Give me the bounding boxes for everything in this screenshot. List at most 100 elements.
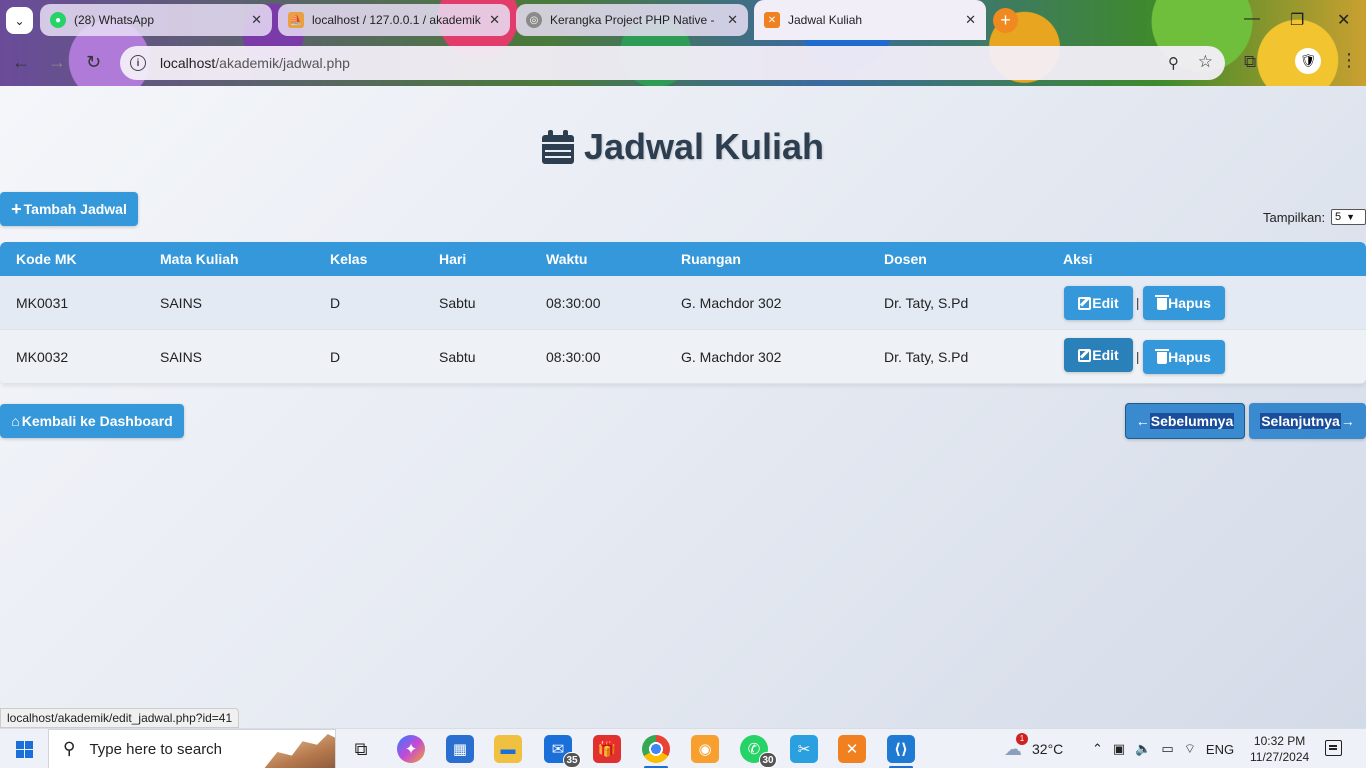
header-waktu: Waktu: [546, 251, 588, 267]
cell-ruangan: G. Machdor 302: [681, 348, 782, 365]
tab-title: localhost / 127.0.0.1 / akademik: [312, 13, 481, 27]
whatsapp-icon: ●: [50, 12, 66, 28]
rows-per-page-select[interactable]: 5 ▼: [1331, 209, 1366, 225]
weather-widget[interactable]: ☁ 1 32°C: [1004, 729, 1063, 768]
next-page-label: Selanjutnya: [1260, 413, 1341, 429]
close-icon[interactable]: ✕: [489, 12, 500, 28]
close-icon[interactable]: ✕: [965, 12, 976, 28]
home-icon: ⌂: [11, 413, 20, 429]
minimize-button[interactable]: —: [1244, 10, 1260, 28]
browser-chrome: ⌄ ● (28) WhatsApp ✕ ⛵ localhost / 127.0.…: [0, 0, 1366, 86]
back-to-dashboard-button[interactable]: ⌂ Kembali ke Dashboard: [0, 404, 184, 438]
url-host: localhost: [160, 55, 216, 71]
wifi-icon[interactable]: ⌔: [1184, 741, 1196, 757]
profile-avatar-icon[interactable]: 🛡: [1295, 48, 1321, 74]
zoom-icon[interactable]: ⚲: [1168, 54, 1179, 72]
next-page-button[interactable]: Selanjutnya →: [1249, 403, 1366, 439]
window-close-button[interactable]: ✕: [1337, 10, 1350, 30]
tab-jadwal-kuliah[interactable]: ✕ Jadwal Kuliah ✕: [754, 0, 986, 40]
xampp-taskbar-icon[interactable]: ✕: [838, 735, 866, 763]
schedule-table: Kode MK Mata Kuliah Kelas Hari Waktu Rua…: [0, 242, 1366, 384]
tab-kerangka[interactable]: ◎ Kerangka Project PHP Native - ✕: [516, 4, 748, 36]
trash-icon: [1155, 295, 1170, 310]
whatsapp-taskbar-icon[interactable]: ✆ 30: [740, 735, 777, 768]
battery-icon[interactable]: ▭: [1161, 741, 1173, 757]
url-text[interactable]: localhost/akademik/jadwal.php: [160, 55, 350, 71]
mail-icon[interactable]: ✉ 35: [544, 735, 581, 768]
url-path: /akademik/jadwal.php: [215, 55, 350, 71]
edit-label: Edit: [1092, 347, 1119, 363]
edit-label: Edit: [1092, 295, 1119, 311]
windows-start-icon[interactable]: [16, 741, 33, 758]
header-hari: Hari: [439, 251, 467, 267]
cell-kelas: D: [330, 294, 341, 311]
action-separator: |: [1136, 349, 1140, 364]
edit-button[interactable]: Edit: [1064, 338, 1133, 372]
volume-icon[interactable]: 🔈: [1135, 741, 1151, 757]
search-icon: ⚲: [63, 739, 76, 758]
copilot-icon[interactable]: ✦: [397, 735, 425, 763]
windows-taskbar: ⚲ Type here to search ⧉ ✦ ▦ ▬ ✉ 35 🎁 ◉ ✆…: [0, 728, 1366, 768]
plus-icon: +: [11, 198, 22, 219]
header-mata-kuliah: Mata Kuliah: [160, 251, 239, 267]
file-explorer-icon[interactable]: ▬: [494, 735, 522, 763]
delete-button[interactable]: Hapus: [1143, 340, 1225, 374]
snipping-tool-icon[interactable]: ✂: [790, 735, 818, 763]
chevron-down-icon: ⌄: [14, 13, 25, 28]
tab-whatsapp[interactable]: ● (28) WhatsApp ✕: [40, 4, 272, 36]
site-info-icon[interactable]: i: [130, 55, 146, 71]
edit-button[interactable]: Edit: [1064, 286, 1133, 320]
edit-icon: [1078, 348, 1092, 362]
taskbar-search-box[interactable]: ⚲ Type here to search: [48, 729, 336, 768]
clock-time: 10:32 PM: [1253, 734, 1306, 748]
microsoft-store-icon[interactable]: ▦: [446, 735, 474, 763]
browser-toolbar: ← → ↻ i localhost/akademik/jadwal.php ⚲ …: [0, 40, 1366, 86]
vscode-icon[interactable]: ⟨⟩: [887, 735, 915, 768]
chrome-icon[interactable]: [642, 735, 670, 768]
header-dosen: Dosen: [884, 251, 927, 267]
rows-per-page-label: Tampilkan:: [1263, 210, 1326, 225]
task-view-icon[interactable]: ⧉: [347, 735, 375, 763]
close-icon[interactable]: ✕: [727, 12, 738, 28]
page-content: Jadwal Kuliah + Tambah Jadwal Tampilkan:…: [0, 86, 1366, 728]
new-tab-button[interactable]: +: [993, 8, 1018, 33]
meet-now-icon[interactable]: ▣: [1113, 741, 1125, 757]
notification-center-icon[interactable]: [1325, 740, 1342, 756]
close-icon[interactable]: ✕: [251, 12, 262, 28]
calendar-icon: [541, 130, 574, 164]
delete-button[interactable]: Hapus: [1143, 286, 1225, 320]
bookmark-star-icon[interactable]: ☆: [1198, 52, 1213, 72]
gift-icon[interactable]: 🎁: [593, 735, 621, 763]
edit-icon: [1078, 296, 1092, 310]
tab-phpmyadmin[interactable]: ⛵ localhost / 127.0.0.1 / akademik ✕: [278, 4, 510, 36]
system-clock[interactable]: 10:32 PM 11/27/2024: [1250, 733, 1309, 765]
delete-label: Hapus: [1168, 295, 1211, 311]
previous-page-label: Sebelumnya: [1149, 413, 1235, 429]
language-indicator[interactable]: ENG: [1206, 742, 1234, 757]
search-highlight-image: [263, 734, 335, 768]
trash-icon: [1155, 349, 1170, 364]
chevron-up-icon[interactable]: ⌃: [1092, 741, 1103, 757]
tab-search-button[interactable]: ⌄: [6, 7, 33, 34]
back-arrow-icon[interactable]: ←: [12, 52, 30, 73]
table-row: MK0031 SAINS D Sabtu 08:30:00 G. Machdor…: [0, 276, 1366, 330]
cloud-icon: ☁ 1: [1004, 732, 1028, 760]
page-title: Jadwal Kuliah: [0, 126, 1366, 168]
reload-icon[interactable]: ↻: [86, 52, 101, 73]
temperature-text: 32°C: [1032, 741, 1064, 757]
restore-button[interactable]: ❐: [1290, 10, 1304, 30]
address-bar[interactable]: i localhost/akademik/jadwal.php ⚲ ☆: [120, 46, 1225, 80]
media-player-icon[interactable]: ◉: [691, 735, 719, 763]
cell-mata-kuliah: SAINS: [160, 294, 203, 311]
add-schedule-button[interactable]: + Tambah Jadwal: [0, 192, 138, 226]
browser-menu-icon[interactable]: ⋮: [1340, 50, 1358, 71]
header-aksi: Aksi: [1063, 251, 1093, 267]
extensions-icon[interactable]: ⧉: [1244, 52, 1256, 72]
cell-dosen: Dr. Taty, S.Pd: [884, 348, 969, 365]
previous-page-button[interactable]: ← Sebelumnya: [1125, 403, 1245, 439]
cell-waktu: 08:30:00: [546, 348, 601, 365]
whatsapp-badge: 30: [759, 752, 777, 768]
forward-arrow-icon[interactable]: →: [48, 52, 66, 73]
plus-icon: +: [1000, 10, 1011, 30]
cell-kelas: D: [330, 348, 341, 365]
